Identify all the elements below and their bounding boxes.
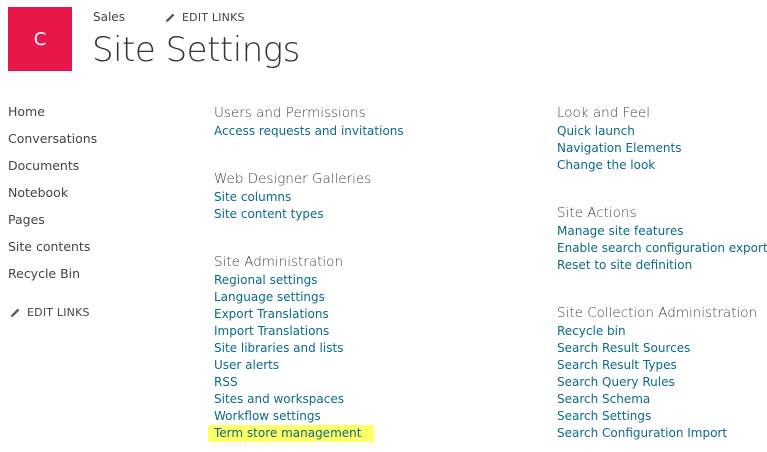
link-export-translations[interactable]: Export Translations — [214, 306, 404, 323]
section-site-collection-administration: Site Collection Administration Recycle b… — [557, 304, 767, 442]
link-regional-settings[interactable]: Regional settings — [214, 272, 404, 289]
site-logo[interactable]: C — [8, 7, 72, 71]
link-recycle-bin[interactable]: Recycle bin — [557, 323, 767, 340]
link-search-settings[interactable]: Search Settings — [557, 408, 767, 425]
section-site-actions: Site Actions Manage site features Enable… — [557, 204, 767, 274]
link-term-store-management[interactable]: Term store management — [208, 425, 404, 442]
pencil-icon — [165, 13, 175, 23]
section-title: Site Collection Administration — [557, 305, 758, 321]
highlighted-link-text: Term store management — [208, 425, 375, 442]
link-site-content-types[interactable]: Site content types — [214, 206, 404, 223]
nav-item-home[interactable]: Home — [8, 102, 97, 129]
link-search-result-types[interactable]: Search Result Types — [557, 357, 767, 374]
section-site-administration: Site Administration Regional settings La… — [208, 253, 404, 442]
edit-links-nav-button[interactable]: EDIT LINKS — [10, 306, 90, 319]
link-import-translations[interactable]: Import Translations — [214, 323, 404, 340]
link-search-schema[interactable]: Search Schema — [557, 391, 767, 408]
settings-column-right: Look and Feel Quick launch Navigation El… — [557, 104, 767, 442]
link-access-requests[interactable]: Access requests and invitations — [214, 123, 404, 140]
edit-links-top-button[interactable]: EDIT LINKS — [165, 11, 245, 24]
link-change-the-look[interactable]: Change the look — [557, 157, 767, 174]
site-logo-letter: C — [33, 28, 47, 50]
link-navigation-elements[interactable]: Navigation Elements — [557, 140, 767, 157]
edit-links-top-label: EDIT LINKS — [182, 11, 245, 24]
link-rss[interactable]: RSS — [214, 374, 404, 391]
link-sites-and-workspaces[interactable]: Sites and workspaces — [214, 391, 404, 408]
link-language-settings[interactable]: Language settings — [214, 289, 404, 306]
section-title: Look and Feel — [557, 105, 650, 121]
nav-item-pages[interactable]: Pages — [8, 210, 97, 237]
link-search-query-rules[interactable]: Search Query Rules — [557, 374, 767, 391]
breadcrumb-site-name[interactable]: Sales — [93, 10, 125, 24]
section-title: Users and Permissions — [214, 105, 366, 121]
link-user-alerts[interactable]: User alerts — [214, 357, 404, 374]
nav-item-site-contents[interactable]: Site contents — [8, 237, 97, 264]
section-title: Web Designer Galleries — [214, 171, 372, 187]
nav-item-documents[interactable]: Documents — [8, 156, 97, 183]
link-site-columns[interactable]: Site columns — [214, 189, 404, 206]
section-users-and-permissions: Users and Permissions Access requests an… — [214, 104, 404, 140]
link-search-result-sources[interactable]: Search Result Sources — [557, 340, 767, 357]
link-workflow-settings[interactable]: Workflow settings — [214, 408, 404, 425]
edit-links-nav-label: EDIT LINKS — [27, 306, 90, 319]
nav-item-recycle-bin[interactable]: Recycle Bin — [8, 264, 97, 291]
link-enable-search-configuration-export[interactable]: Enable search configuration export — [557, 240, 767, 257]
nav-item-notebook[interactable]: Notebook — [8, 183, 97, 210]
section-title: Site Administration — [214, 254, 343, 270]
link-manage-site-features[interactable]: Manage site features — [557, 223, 767, 240]
pencil-icon — [10, 308, 20, 318]
nav-item-conversations[interactable]: Conversations — [8, 129, 97, 156]
section-title: Site Actions — [557, 205, 637, 221]
section-look-and-feel: Look and Feel Quick launch Navigation El… — [557, 104, 767, 174]
site-settings-page: C Sales EDIT LINKS Site Settings Home Co… — [0, 0, 767, 452]
page-title: Site Settings — [92, 30, 300, 70]
left-navigation: Home Conversations Documents Notebook Pa… — [8, 102, 97, 291]
link-site-libraries-and-lists[interactable]: Site libraries and lists — [214, 340, 404, 357]
section-web-designer-galleries: Web Designer Galleries Site columns Site… — [214, 170, 404, 223]
link-quick-launch[interactable]: Quick launch — [557, 123, 767, 140]
link-reset-to-site-definition[interactable]: Reset to site definition — [557, 257, 767, 274]
link-search-configuration-import[interactable]: Search Configuration Import — [557, 425, 767, 442]
settings-column-middle: Users and Permissions Access requests an… — [208, 104, 404, 442]
